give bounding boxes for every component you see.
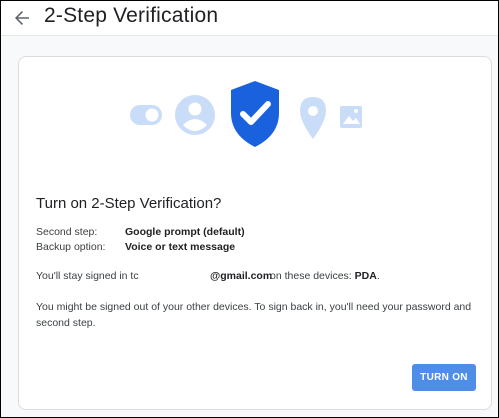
dialog-card: Turn on 2-Step Verification? Second step… xyxy=(18,56,492,410)
image-icon xyxy=(340,106,362,128)
person-icon xyxy=(175,95,215,135)
signed-in-prefix: You'll stay signed in tc xyxy=(36,270,139,282)
account-email: @gmail.com xyxy=(210,270,273,282)
turn-on-button[interactable]: TURN ON xyxy=(412,364,476,391)
dialog-title: Turn on 2-Step Verification? xyxy=(36,195,222,212)
device-name: PDA xyxy=(354,270,377,282)
header-bar: 2-Step Verification xyxy=(1,1,498,36)
window-frame: 2-Step Verification Turn on 2-Step Verif… xyxy=(0,0,499,418)
page-title: 2-Step Verification xyxy=(44,4,219,27)
second-step-value: Google prompt (default) xyxy=(125,226,245,238)
second-step-label: Second step: xyxy=(36,226,98,238)
devices-text: on these devices: PDA. xyxy=(270,270,380,282)
arrow-back-icon[interactable] xyxy=(14,10,30,26)
toggle-icon xyxy=(130,105,162,125)
illustration xyxy=(130,81,362,147)
location-pin-icon xyxy=(300,97,326,139)
backup-option-value: Voice or text message xyxy=(125,241,236,253)
sign-out-note: You might be signed out of your other de… xyxy=(36,301,472,329)
shield-check-icon xyxy=(231,81,279,147)
signed-in-text: You'll stay signed in tc @gmail.com on t… xyxy=(36,270,380,282)
backup-option-label: Backup option: xyxy=(36,241,106,253)
